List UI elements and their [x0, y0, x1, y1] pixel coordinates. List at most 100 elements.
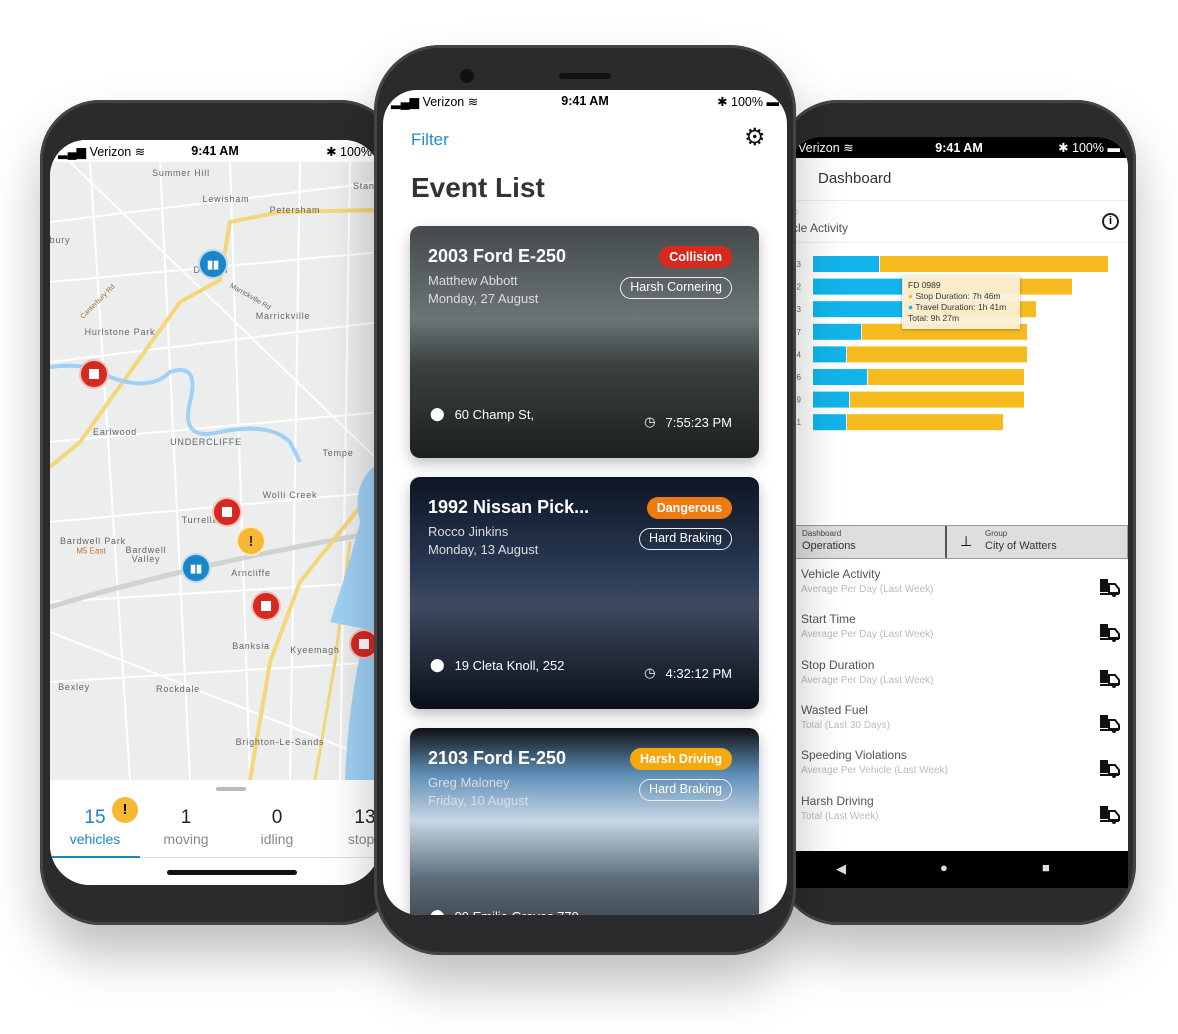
stop-duration-bar[interactable]	[868, 369, 1024, 385]
stat-stopped[interactable]: 13 stopp	[320, 807, 380, 847]
status-bar: ▂▄▆ Verizon ≋ 9:41 AM ✱ 100% ▬	[383, 90, 787, 112]
event-card[interactable]: 2103 Ford E-250 Greg Maloney Friday, 10 A…	[410, 728, 759, 915]
tooltip-travel-text: Travel Duration: 1h 41m	[915, 302, 1007, 312]
stop-duration-bar[interactable]	[850, 391, 1024, 408]
android-nav-bar: ◀ ● ■	[790, 851, 1128, 888]
event-card[interactable]: 2003 Ford E-250 Matthew Abbott Monday, 27…	[410, 226, 759, 458]
alert-marker[interactable]: !	[236, 526, 266, 556]
stop-duration-bar[interactable]	[847, 414, 1003, 431]
tab-value: City of Watters	[985, 540, 1057, 552]
metric-title: Vehicle Activity	[801, 567, 881, 581]
travel-duration-bar[interactable]	[813, 391, 849, 408]
vehicle-name: 2003 Ford E-250	[428, 246, 567, 266]
stat-label: moving	[163, 831, 209, 847]
tab-dashboard[interactable]: Dashboard Operations	[791, 526, 947, 558]
travel-duration-bar[interactable]	[813, 256, 879, 272]
clock: 9:41 AM	[935, 140, 983, 155]
tab-group[interactable]: ⊥ Group City of Watters	[949, 526, 1127, 558]
travel-duration-bar[interactable]	[813, 278, 903, 295]
stat-value: 0	[271, 807, 283, 828]
alert-badge: !	[112, 797, 138, 823]
carrier-text: Verizon	[89, 144, 132, 159]
travel-duration-bar[interactable]	[813, 414, 846, 431]
travel-duration-bar[interactable]	[813, 301, 903, 318]
speaker-grille	[559, 73, 611, 79]
clock-icon: ◷	[644, 414, 656, 429]
map[interactable]: Summer Hill Lewisham Petersham Dul Hill …	[50, 162, 380, 780]
stat-value: 13	[354, 807, 376, 828]
stat-idling[interactable]: 0 idling	[232, 807, 322, 847]
metric-item[interactable]: Vehicle Activity Average Per Day (Last W…	[801, 567, 1128, 612]
vehicle-stats-marker[interactable]: ▮▮	[181, 553, 211, 583]
map-label: Rockdale	[156, 684, 200, 694]
travel-duration-bar[interactable]	[813, 369, 867, 385]
travel-duration-bar[interactable]	[813, 323, 861, 340]
info-icon[interactable]: i	[1102, 213, 1119, 230]
dashboard-phone: Verizon ≋ 9:41 AM ✱ 100% ▬ Dashboard c c…	[778, 100, 1136, 925]
tooltip-title: FD 0989	[908, 280, 941, 290]
metric-subtitle: Average Per Vehicle (Last Week)	[801, 765, 948, 777]
page-title: Dashboard	[818, 170, 892, 187]
vehicle-stats-marker[interactable]: ▮▮	[198, 249, 228, 279]
location-pin-icon: ⬤	[430, 908, 445, 915]
metric-item[interactable]: Speeding Violations Average Per Vehicle …	[801, 748, 1128, 793]
stat-moving[interactable]: 1 moving	[141, 807, 231, 847]
map-phone: Summer Hill Lewisham Petersham Dul Hill …	[40, 100, 400, 925]
bar-chart-icon: ▮▮	[206, 258, 220, 271]
battery-text: 100%	[731, 94, 764, 109]
metric-subtitle: Average Per Day (Last Week)	[801, 584, 934, 595]
battery: ✱ 100%	[326, 144, 372, 159]
metric-subtitle: Average Per Day (Last Week)	[801, 674, 934, 686]
stopped-marker[interactable]	[79, 359, 109, 389]
location-pin-icon: ⬤	[430, 657, 445, 672]
metric-item[interactable]: Harsh Driving Total (Last Week)	[801, 794, 1128, 839]
drag-handle[interactable]	[216, 787, 246, 791]
gear-icon[interactable]: ⚙	[744, 123, 766, 152]
metric-subtitle: Average Per Day (Last Week)	[801, 629, 934, 641]
recents-button[interactable]: ■	[1042, 860, 1050, 875]
map-label: M5 East	[76, 546, 106, 556]
carrier-text: Verizon	[798, 141, 840, 155]
travel-duration-bar[interactable]	[813, 346, 846, 363]
map-label: Bardwell Park	[60, 536, 126, 546]
map-label: Wolli Creek	[262, 490, 318, 500]
map-label: Earlwood	[93, 427, 137, 437]
time-text: 7:55:23 PM	[665, 414, 733, 430]
page-title: Event List	[411, 172, 545, 203]
status-bar: ▂▄▆ Verizon ≋ 9:41 AM ✱ 100%	[50, 140, 380, 162]
map-label: Bexley	[58, 682, 90, 692]
status-bar: Verizon ≋ 9:41 AM ✱ 100% ▬	[790, 137, 1128, 158]
severity-badge: Harsh Driving	[630, 748, 732, 770]
stopped-marker[interactable]	[212, 497, 242, 527]
metric-item[interactable]: Stop Duration Average Per Day (Last Week…	[801, 658, 1128, 703]
map-label: Tempe	[322, 448, 354, 458]
carrier: ▂▄▆ Verizon ≋	[58, 144, 146, 159]
tooltip-stop: ● Stop Duration: 7h 46m	[908, 291, 1001, 301]
home-indicator	[167, 870, 297, 875]
location: ⬤ 60 Champ St,	[430, 406, 534, 422]
stat-vehicles[interactable]: 15 vehicles !	[50, 797, 140, 847]
event-date: Monday, 13 August	[428, 542, 539, 557]
metric-title: Wasted Fuel	[801, 702, 868, 717]
back-button[interactable]: ◀	[836, 861, 846, 877]
active-tab-indicator	[50, 856, 140, 858]
stop-duration-bar[interactable]	[880, 256, 1108, 272]
filter-button[interactable]: Filter	[411, 130, 449, 150]
vehicle-name: 1992 Nissan Pick...	[428, 497, 590, 517]
dashboard-screen: Verizon ≋ 9:41 AM ✱ 100% ▬ Dashboard c c…	[790, 137, 1128, 888]
stopped-marker[interactable]	[251, 591, 281, 621]
event-card[interactable]: 1992 Nissan Pick... Rocco Jinkins Monday,…	[410, 477, 759, 709]
location-pin-icon: ⬤	[430, 406, 445, 421]
truck-icon	[1100, 669, 1120, 688]
tab-label: Dashboard	[802, 529, 842, 538]
home-button[interactable]: ●	[940, 860, 948, 875]
location-text: 60 Champ St,	[454, 406, 535, 422]
metric-subtitle: Total (Last 30 Days)	[801, 719, 890, 731]
stop-duration-bar[interactable]	[847, 346, 1027, 363]
front-camera	[460, 69, 474, 83]
org-chart-icon: ⊥	[960, 533, 973, 549]
metric-item[interactable]: Start Time Average Per Day (Last Week)	[801, 612, 1128, 657]
battery-text: 100%	[340, 144, 372, 159]
metric-item[interactable]: Wasted Fuel Total (Last 30 Days)	[801, 703, 1128, 748]
truck-icon	[1100, 805, 1120, 824]
